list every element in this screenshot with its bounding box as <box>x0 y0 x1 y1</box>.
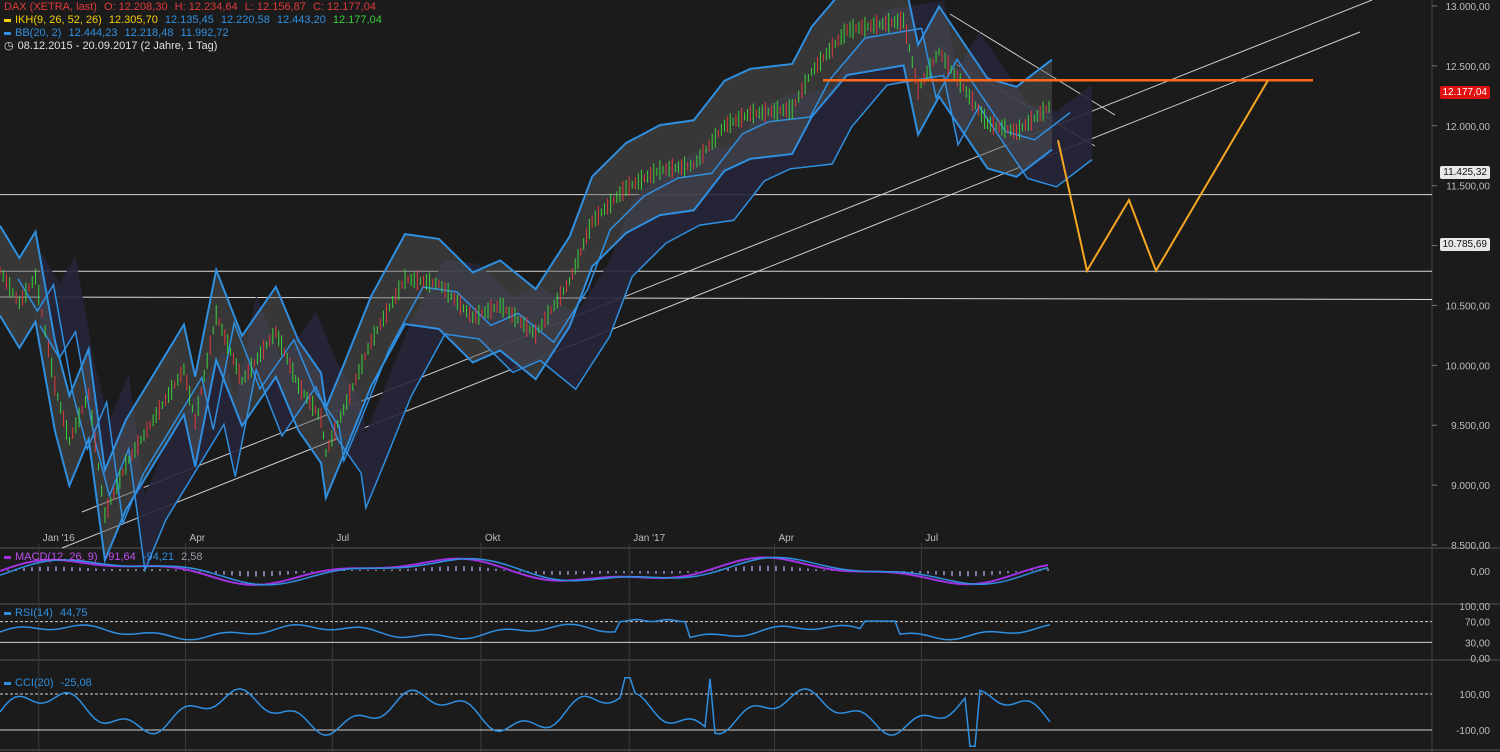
main-legend: DAX (XETRA, last) O: 12.208,30 H: 12.234… <box>4 1 380 14</box>
y-tick-label: 12.000,00 <box>1446 122 1491 133</box>
bb-v1: 12.444,23 <box>68 27 118 39</box>
bb-label: BB(20, 2) <box>15 27 62 39</box>
period-label: 08.12.2015 - 20.09.2017 (2 Jahre, 1 Tag) <box>17 40 218 52</box>
cci-label: CCI(20) <box>15 677 54 689</box>
y-tick-label: 13.000,00 <box>1446 2 1491 13</box>
open-value: O: 12.208,30 <box>103 1 168 13</box>
cci-marker-icon <box>4 681 11 685</box>
rsi-tick-label: 100,00 <box>1459 602 1490 613</box>
x-tick-label: Jul <box>925 533 938 544</box>
rsi-label: RSI(14) <box>15 607 53 619</box>
ikh-label: IKH(9, 26, 52, 26) <box>15 14 102 26</box>
high-value: H: 12.234,64 <box>174 1 238 13</box>
level1-price-tag: 11.425,32 <box>1440 166 1490 179</box>
last-price-tag: 12.177,04 <box>1439 86 1490 99</box>
level2-price-tag: 10.785,69 <box>1439 238 1490 251</box>
rsi-tick-label: 0,00 <box>1471 654 1491 665</box>
x-tick-label: Apr <box>778 533 794 544</box>
macd-marker-icon <box>4 555 11 559</box>
y-tick-label: 10.500,00 <box>1446 301 1491 312</box>
macd-v3: 2,58 <box>181 551 203 563</box>
macd-tick-label: 0,00 <box>1471 567 1491 578</box>
macd-label: MACD(12, 26, 9) <box>15 551 98 563</box>
bb-v2: 12.218,48 <box>124 27 174 39</box>
rsi-tick-label: 30,00 <box>1465 638 1490 649</box>
x-tick-label: Apr <box>190 533 206 544</box>
ikh-v4: 12.443,20 <box>276 14 326 26</box>
rsi-tick-label: 70,00 <box>1465 618 1490 629</box>
ikh-marker-icon <box>4 18 11 22</box>
period-legend: ◷ 08.12.2015 - 20.09.2017 (2 Jahre, 1 Tag… <box>4 40 221 53</box>
rsi-marker-icon <box>4 611 11 615</box>
ikh-v2: 12.135,45 <box>164 14 214 26</box>
y-tick-label: 9.000,00 <box>1451 481 1490 492</box>
bb-v3: 11.992,72 <box>180 27 229 39</box>
cci-tick-label: -100,00 <box>1456 726 1490 737</box>
ikh-v3: 12.220,58 <box>220 14 270 26</box>
rsi-value: 44,75 <box>59 607 88 619</box>
y-tick-label: 10.000,00 <box>1446 361 1491 372</box>
ikh-v1: 12.305,70 <box>108 14 158 26</box>
y-tick-label: 12.500,00 <box>1446 62 1491 73</box>
macd-v1: -91,64 <box>104 551 136 563</box>
x-tick-label: Okt <box>485 533 501 544</box>
x-tick-label: Jul <box>336 533 349 544</box>
y-tick-label: 9.500,00 <box>1451 421 1490 432</box>
ikh-legend: IKH(9, 26, 52, 26) 12.305,70 12.135,45 1… <box>4 14 386 27</box>
y-tick-label: 8.500,00 <box>1451 541 1490 552</box>
x-tick-label: Jan '16 <box>43 533 75 544</box>
low-value: L: 12.156,87 <box>244 1 306 13</box>
close-value: C: 12.177,04 <box>312 1 376 13</box>
cci-tick-label: 100,00 <box>1459 690 1490 701</box>
macd-v2: -94,21 <box>142 551 175 563</box>
ikh-v5: 12.177,04 <box>332 14 382 26</box>
x-tick-label: Jan '17 <box>633 533 665 544</box>
cci-legend: CCI(20) -25,08 <box>4 677 96 690</box>
bb-legend: BB(20, 2) 12.444,23 12.218,48 11.992,72 <box>4 27 233 40</box>
y-tick-label: 11.500,00 <box>1446 182 1490 193</box>
rsi-legend: RSI(14) 44,75 <box>4 607 92 620</box>
chart-canvas: 13.000,0012.500,0012.000,0011.500,0011.0… <box>0 0 1500 752</box>
bb-marker-icon <box>4 31 11 35</box>
clock-icon: ◷ <box>4 40 14 52</box>
macd-legend: MACD(12, 26, 9) -91,64 -94,21 2,58 <box>4 551 207 564</box>
cci-value: -25,08 <box>60 677 92 689</box>
instrument-label: DAX (XETRA, last) <box>4 1 97 13</box>
